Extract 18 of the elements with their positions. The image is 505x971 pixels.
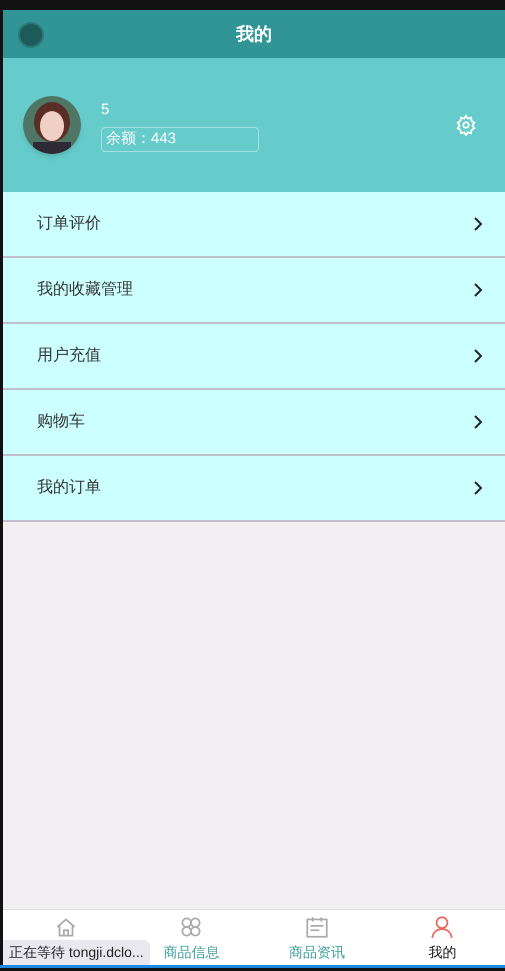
chevron-right-icon: [473, 480, 483, 496]
balance-label: 余额：443: [101, 127, 259, 152]
user-icon[interactable]: [429, 914, 456, 940]
user-name: 5: [101, 100, 110, 120]
back-button[interactable]: [18, 22, 44, 48]
menu-item[interactable]: 用户充值: [3, 324, 505, 390]
page-title: 我的: [236, 22, 272, 46]
chevron-right-icon: [473, 216, 483, 232]
menu-item[interactable]: 我的收藏管理: [3, 258, 505, 324]
settings-icon[interactable]: [455, 114, 477, 136]
menu-item[interactable]: 我的订单: [3, 456, 505, 522]
menu-item[interactable]: 订单评价: [3, 192, 505, 258]
chevron-right-icon: [473, 348, 483, 364]
tab-label[interactable]: 我的: [428, 942, 456, 963]
browser-status-tooltip: 正在等待 tongji.dclo...: [3, 940, 150, 965]
menu-item[interactable]: 购物车: [3, 390, 505, 456]
chevron-right-icon: [473, 282, 483, 298]
chevron-right-icon: [473, 414, 483, 430]
